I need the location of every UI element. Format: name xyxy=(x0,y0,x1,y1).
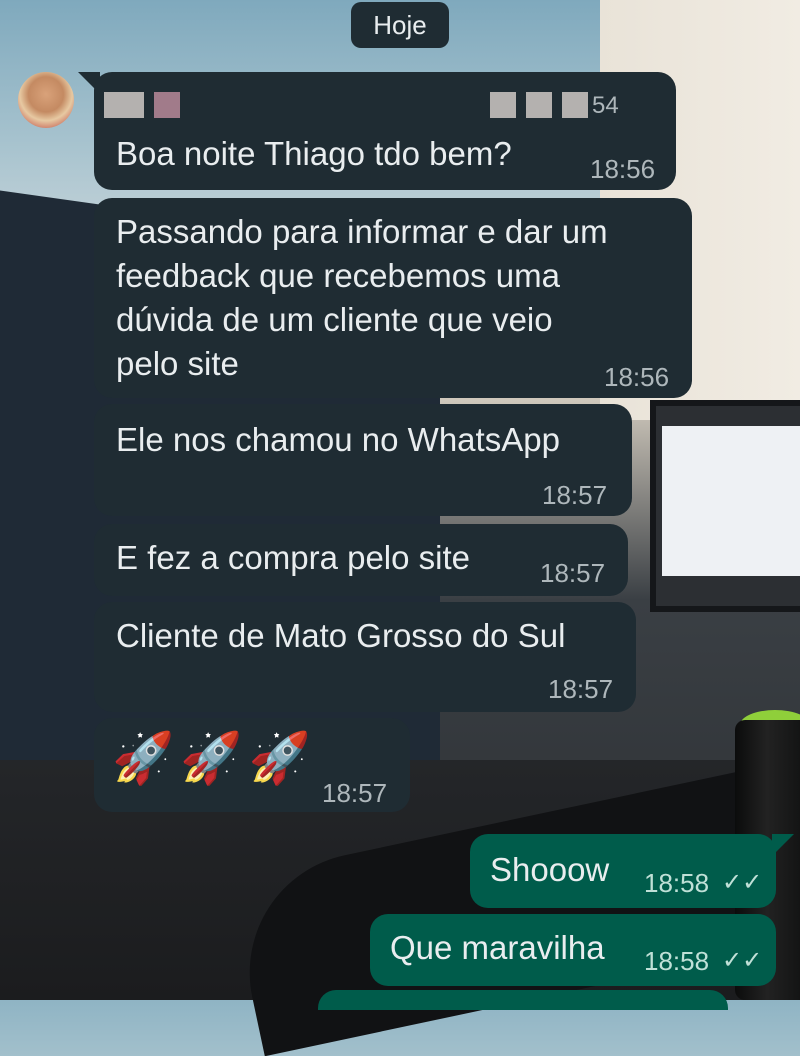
message-text: E fez a compra pelo site xyxy=(116,539,471,576)
message-text: Cliente de Mato Grosso do Sul xyxy=(116,617,566,654)
read-receipt-icon: ✓✓ xyxy=(722,947,763,974)
date-separator: Hoje xyxy=(351,2,449,48)
rocket-emoji-text: 🚀🚀🚀 xyxy=(112,730,317,786)
message-time: 18:56 xyxy=(590,154,656,184)
message-text: Ele nos chamou no WhatsApp xyxy=(116,421,560,458)
message-time: 18:58 xyxy=(644,946,710,976)
message-bubble[interactable]: Ele nos chamou no WhatsApp 18:57 xyxy=(94,404,632,516)
outgoing-message-bubble[interactable]: Shooow 18:58 ✓✓ xyxy=(470,834,776,908)
message-bubble[interactable]: 54 Boa noite Thiago tdo bem? 18:56 xyxy=(94,72,676,190)
read-receipt-icon: ✓✓ xyxy=(722,869,763,896)
message-text: Que maravilha xyxy=(390,929,605,966)
message-time: 18:57 xyxy=(542,480,608,510)
message-time: 18:57 xyxy=(548,674,614,704)
message-text: Boa noite Thiago tdo bem? xyxy=(116,135,512,172)
outgoing-message-bubble-partial xyxy=(318,990,728,1010)
sender-name-redacted xyxy=(104,92,588,120)
message-bubble[interactable]: Passando para informar e dar um feedback… xyxy=(94,198,692,398)
wallpaper-monitor-right xyxy=(650,400,800,612)
outgoing-message-bubble[interactable]: Que maravilha 18:58 ✓✓ xyxy=(370,914,776,986)
sender-phone-suffix: 54 xyxy=(592,92,619,119)
message-time: 18:57 xyxy=(540,558,606,588)
message-time: 18:56 xyxy=(604,362,670,392)
message-time: 18:58 xyxy=(644,868,710,898)
message-text: Passando para informar e dar um feedback… xyxy=(116,213,608,382)
bubble-tail xyxy=(772,834,794,856)
contact-avatar[interactable] xyxy=(18,72,74,128)
message-bubble[interactable]: E fez a compra pelo site 18:57 xyxy=(94,524,628,596)
message-time: 18:57 xyxy=(322,778,388,808)
message-bubble[interactable]: 🚀🚀🚀 18:57 xyxy=(94,718,410,812)
message-bubble[interactable]: Cliente de Mato Grosso do Sul 18:57 xyxy=(94,602,636,712)
message-text: Shooow xyxy=(490,851,610,888)
